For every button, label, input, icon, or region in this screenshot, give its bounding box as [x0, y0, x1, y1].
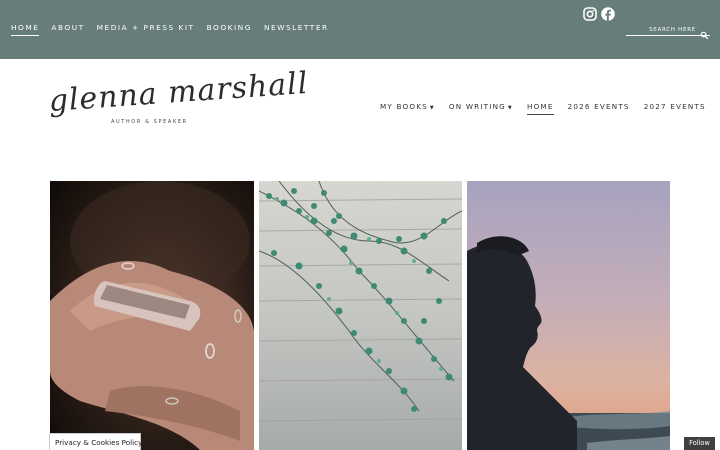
- main-nav-on-writing[interactable]: ON WRITING ▼: [449, 102, 513, 115]
- main-nav-label: MY BOOKS: [380, 102, 428, 111]
- top-nav-about[interactable]: ABOUT: [51, 23, 84, 36]
- image-gallery: [50, 181, 670, 450]
- privacy-cookies-link[interactable]: Privacy & Cookies Policy: [49, 433, 142, 450]
- search-box: [626, 24, 710, 40]
- hands-holding-phone-photo[interactable]: [50, 181, 254, 450]
- top-nav-newsletter[interactable]: NEWSLETTER: [264, 23, 329, 36]
- main-nav-2027-events[interactable]: 2027 EVENTS: [644, 102, 706, 115]
- caret-down-icon: ▼: [507, 105, 513, 111]
- caret-down-icon: ▼: [429, 105, 435, 111]
- top-nav-booking[interactable]: BOOKING: [207, 23, 252, 36]
- ivy-on-wood-wall-photo[interactable]: [259, 181, 462, 450]
- logo-name: glenna marshall: [47, 65, 310, 119]
- main-nav-home[interactable]: HOME: [526, 102, 554, 115]
- top-bar: HOME ABOUT MEDIA + PRESS KIT BOOKING NEW…: [0, 0, 720, 59]
- main-nav-2026-events[interactable]: 2026 EVENTS: [568, 102, 630, 115]
- main-nav-my-books[interactable]: MY BOOKS ▼: [380, 102, 435, 115]
- logo-tagline: AUTHOR & SPEAKER: [111, 119, 188, 125]
- site-logo[interactable]: glenna marshall AUTHOR & SPEAKER: [48, 66, 310, 136]
- social-links: [583, 6, 619, 21]
- main-nav: MY BOOKS ▼ ON WRITING ▼ HOME 2026 EVENTS 2…: [380, 102, 720, 115]
- instagram-icon[interactable]: [583, 6, 597, 21]
- search-icon[interactable]: [700, 25, 709, 40]
- top-nav-media-press-kit[interactable]: MEDIA + PRESS KIT: [97, 23, 195, 36]
- main-nav-label: ON WRITING: [448, 102, 506, 111]
- facebook-icon[interactable]: [601, 6, 615, 21]
- woman-silhouette-sunset-photo[interactable]: [467, 181, 670, 450]
- top-nav-home[interactable]: HOME: [11, 23, 40, 36]
- top-nav: HOME ABOUT MEDIA + PRESS KIT BOOKING NEW…: [11, 23, 341, 36]
- follow-button[interactable]: Follow: [684, 437, 715, 450]
- search-input[interactable]: [626, 24, 698, 35]
